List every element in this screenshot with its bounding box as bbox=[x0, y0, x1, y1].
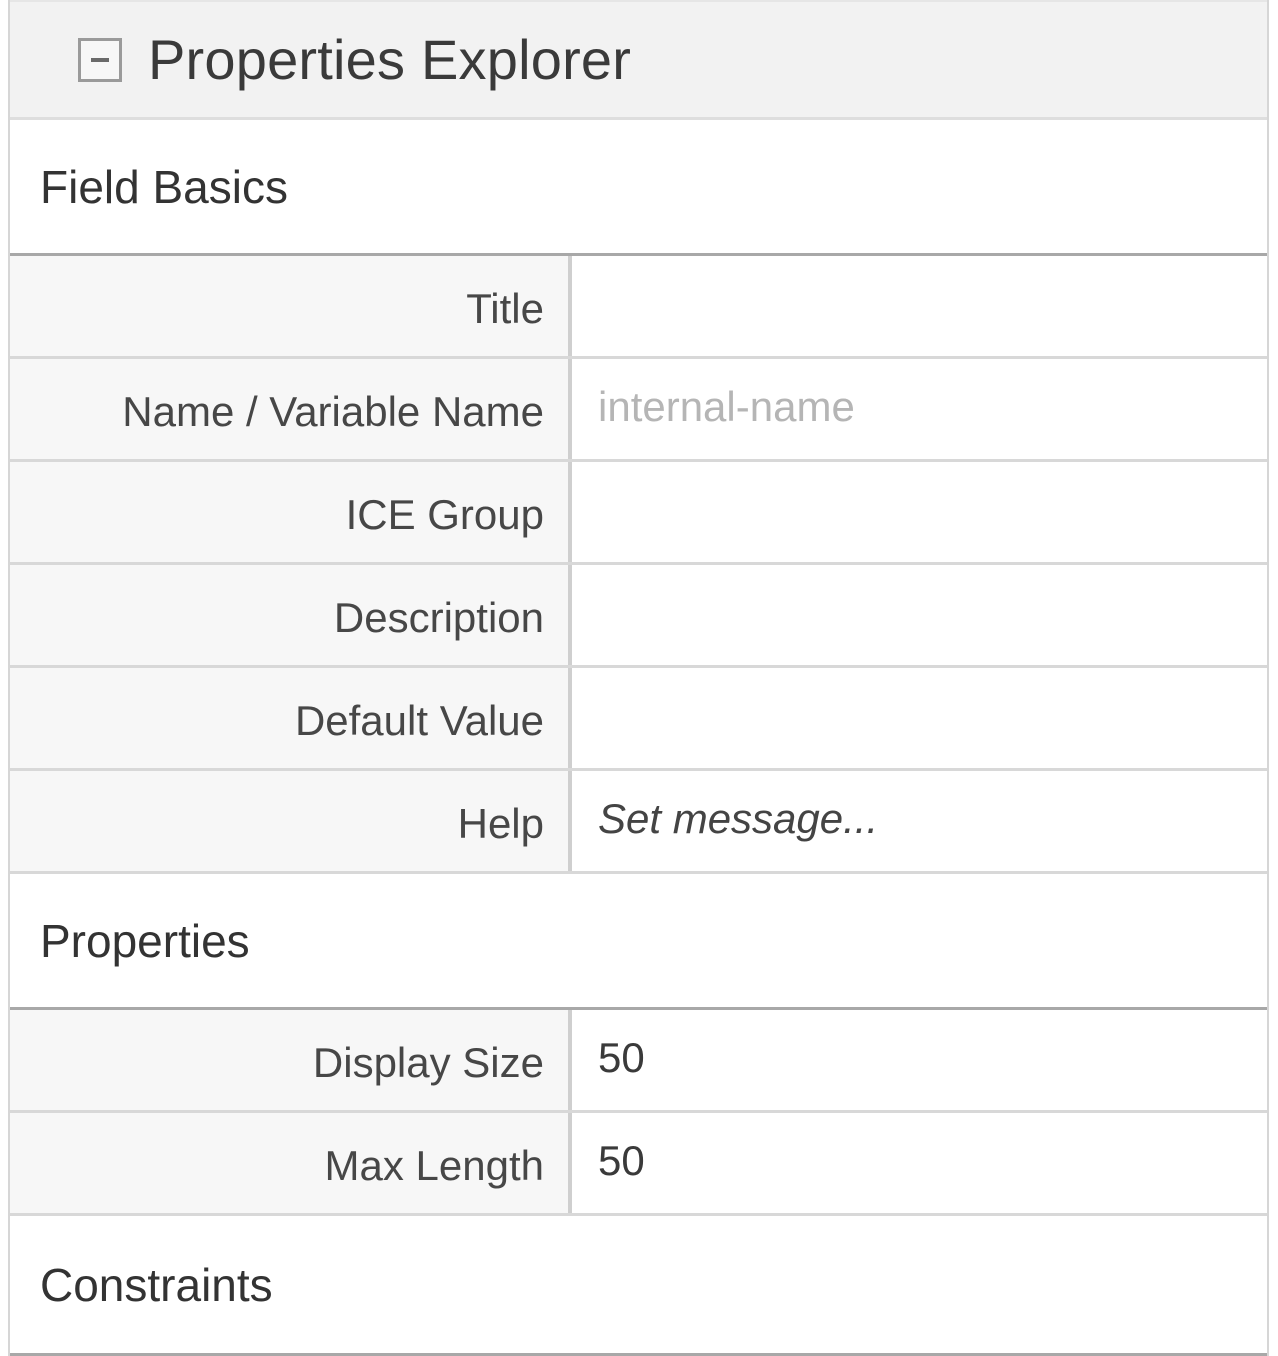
property-label: Display Size bbox=[10, 1010, 572, 1110]
ice-group-field[interactable] bbox=[572, 462, 1267, 562]
display-size-field[interactable]: 50 bbox=[572, 1010, 1267, 1110]
property-row-title: Title bbox=[10, 256, 1267, 359]
property-row-description: Description bbox=[10, 565, 1267, 668]
max-length-field[interactable]: 50 bbox=[572, 1113, 1267, 1213]
property-label: Help bbox=[10, 771, 572, 871]
minus-square-icon[interactable] bbox=[78, 37, 122, 82]
property-row-default-value: Default Value bbox=[10, 668, 1267, 771]
property-row-max-length: Max Length 50 bbox=[10, 1113, 1267, 1216]
property-label: Name / Variable Name bbox=[10, 359, 572, 459]
property-row-display-size: Display Size 50 bbox=[10, 1010, 1267, 1113]
description-field[interactable] bbox=[572, 565, 1267, 665]
property-row-name: Name / Variable Name internal-name bbox=[10, 359, 1267, 462]
property-label: ICE Group bbox=[10, 462, 572, 562]
panel-header: Properties Explorer bbox=[10, 0, 1267, 120]
property-row-help: Help Set message... bbox=[10, 771, 1267, 874]
panel-title: Properties Explorer bbox=[148, 28, 632, 91]
property-label: Description bbox=[10, 565, 572, 665]
property-label: Default Value bbox=[10, 668, 572, 768]
help-message-field[interactable]: Set message... bbox=[572, 771, 1267, 871]
section-header-properties[interactable]: Properties bbox=[10, 874, 1267, 1010]
property-label: Max Length bbox=[10, 1113, 572, 1213]
properties-explorer-panel: Properties Explorer Field Basics Title N… bbox=[8, 0, 1269, 1356]
title-field[interactable] bbox=[572, 256, 1267, 356]
section-header-constraints[interactable]: Constraints bbox=[10, 1216, 1267, 1356]
default-value-field[interactable] bbox=[572, 668, 1267, 768]
property-row-ice-group: ICE Group bbox=[10, 462, 1267, 565]
property-label: Title bbox=[10, 256, 572, 356]
variable-name-field[interactable]: internal-name bbox=[572, 359, 1267, 459]
section-header-field-basics[interactable]: Field Basics bbox=[10, 120, 1267, 256]
